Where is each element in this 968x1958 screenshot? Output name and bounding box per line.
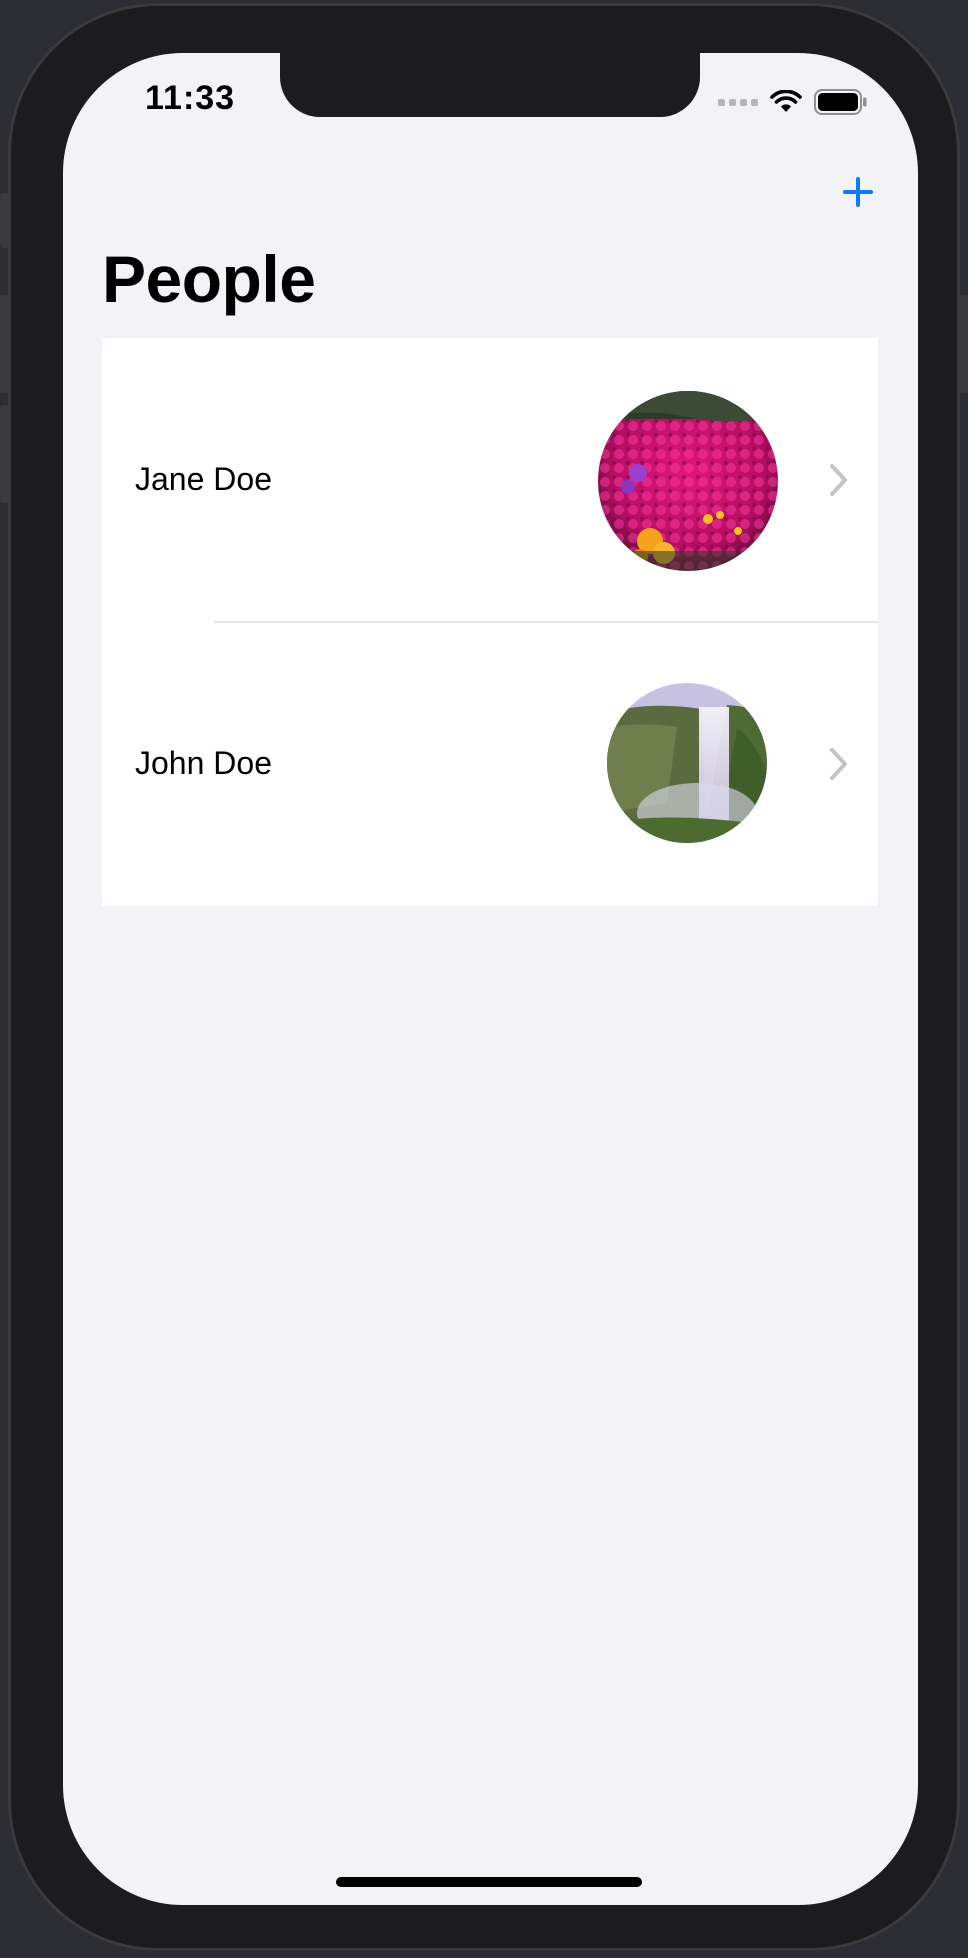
screen: 11:33 People Jane Doe John Doe bbox=[63, 53, 918, 1905]
waterfall-photo bbox=[607, 683, 767, 843]
add-person-button[interactable] bbox=[836, 170, 880, 214]
status-time: 11:33 bbox=[145, 79, 236, 117]
notch bbox=[280, 53, 700, 117]
chevron-right-icon bbox=[830, 463, 847, 496]
home-indicator[interactable] bbox=[336, 1877, 642, 1887]
person-name: Jane Doe bbox=[135, 461, 272, 497]
person-name: John Doe bbox=[135, 745, 272, 781]
volume-down-button bbox=[0, 405, 10, 503]
list-item-john-doe[interactable]: John Doe bbox=[102, 621, 878, 906]
page-title: People bbox=[102, 242, 316, 316]
status-indicators bbox=[718, 89, 868, 115]
volume-up-button bbox=[0, 295, 10, 393]
chevron-right-icon bbox=[830, 747, 847, 780]
flowers-photo bbox=[598, 391, 778, 571]
battery-icon bbox=[814, 89, 867, 115]
mute-switch bbox=[0, 193, 10, 248]
avatar bbox=[598, 391, 778, 571]
power-button bbox=[958, 295, 968, 393]
avatar bbox=[607, 683, 767, 843]
cellular-signal-icon bbox=[718, 98, 758, 106]
plus-icon bbox=[843, 177, 873, 207]
people-list: Jane Doe John Doe bbox=[102, 338, 878, 906]
wifi-icon bbox=[770, 90, 802, 112]
list-item-jane-doe[interactable]: Jane Doe bbox=[102, 338, 878, 623]
device-frame: 11:33 People Jane Doe John Doe bbox=[0, 3, 968, 1951]
